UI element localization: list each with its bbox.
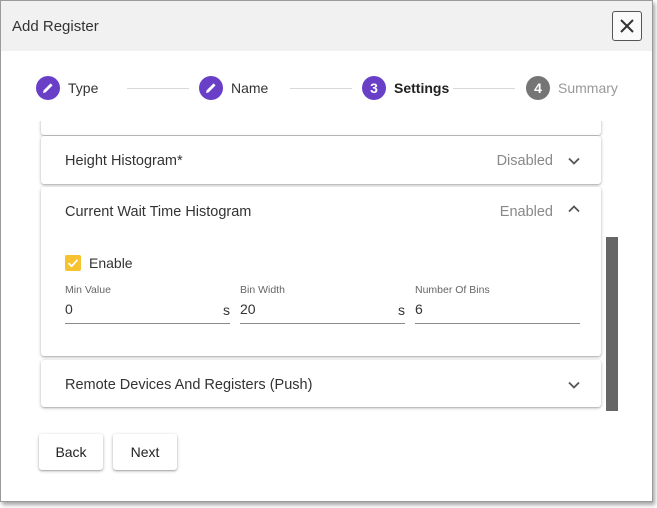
step-summary-label: Summary xyxy=(558,80,618,96)
min-value-field[interactable]: Min Value s xyxy=(65,284,230,324)
pencil-icon xyxy=(206,83,216,93)
scrollbar-thumb[interactable] xyxy=(606,237,618,411)
checkmark-icon xyxy=(67,259,79,268)
number-of-bins-label: Number Of Bins xyxy=(415,284,490,296)
wizard-stepper: Type Name 3 Settings 4 Summary xyxy=(1,51,652,121)
height-histogram-status: Disabled xyxy=(496,153,553,169)
step-name-label: Name xyxy=(231,80,269,96)
min-value-label: Min Value xyxy=(65,284,111,296)
step-type[interactable]: Type xyxy=(36,75,98,101)
enable-label: Enable xyxy=(89,255,133,271)
height-histogram-title: Height Histogram* xyxy=(65,153,183,169)
remote-devices-panel: Remote Devices And Registers (Push) xyxy=(41,360,601,407)
step-connector xyxy=(127,88,189,89)
number-of-bins-input[interactable] xyxy=(415,301,565,317)
close-icon xyxy=(620,19,634,33)
dialog-title: Add Register xyxy=(12,18,99,35)
bin-width-label: Bin Width xyxy=(240,284,285,296)
bin-width-unit: s xyxy=(398,302,405,318)
chevron-down-icon xyxy=(568,157,580,165)
wait-time-histogram-title: Current Wait Time Histogram xyxy=(65,204,252,220)
wait-time-histogram-header[interactable]: Current Wait Time Histogram Enabled xyxy=(41,187,601,235)
step-name[interactable]: Name xyxy=(199,75,268,101)
remote-devices-title: Remote Devices And Registers (Push) xyxy=(65,377,313,393)
step-connector xyxy=(290,88,352,89)
enable-checkbox-row[interactable]: Enable xyxy=(65,255,133,271)
pencil-icon xyxy=(43,83,53,93)
step-type-indicator xyxy=(36,76,60,100)
wait-time-histogram-panel: Current Wait Time Histogram Enabled Enab… xyxy=(41,187,601,356)
step-settings-number: 3 xyxy=(362,76,386,100)
bin-width-field[interactable]: Bin Width s xyxy=(240,284,405,324)
step-type-label: Type xyxy=(68,80,99,96)
number-of-bins-field[interactable]: Number Of Bins xyxy=(415,284,580,324)
next-button[interactable]: Next xyxy=(113,434,177,470)
height-histogram-header[interactable]: Height Histogram* Disabled xyxy=(41,136,601,184)
step-name-indicator xyxy=(199,76,223,100)
close-button[interactable] xyxy=(612,11,642,41)
wait-time-histogram-status: Enabled xyxy=(499,204,553,220)
step-summary[interactable]: 4 Summary xyxy=(526,75,618,101)
back-button[interactable]: Back xyxy=(39,434,103,470)
remote-devices-header[interactable]: Remote Devices And Registers (Push) xyxy=(41,360,601,408)
step-connector xyxy=(453,88,515,89)
add-register-dialog: Add Register Type Name 3 Settings 4 Summ… xyxy=(0,0,653,502)
min-value-unit: s xyxy=(223,302,230,318)
min-value-input[interactable] xyxy=(65,301,215,317)
step-settings-label: Settings xyxy=(394,80,450,96)
bin-width-input[interactable] xyxy=(240,301,390,317)
settings-content[interactable]: Height Histogram* Disabled Current Wait … xyxy=(1,121,652,413)
previous-panel xyxy=(41,121,601,135)
step-summary-number: 4 xyxy=(526,76,550,100)
enable-checkbox[interactable] xyxy=(65,255,81,271)
chevron-down-icon xyxy=(568,381,580,389)
chevron-up-icon xyxy=(568,205,580,213)
step-settings[interactable]: 3 Settings xyxy=(362,75,449,101)
height-histogram-panel: Height Histogram* Disabled xyxy=(41,136,601,184)
dialog-titlebar: Add Register xyxy=(1,1,652,51)
